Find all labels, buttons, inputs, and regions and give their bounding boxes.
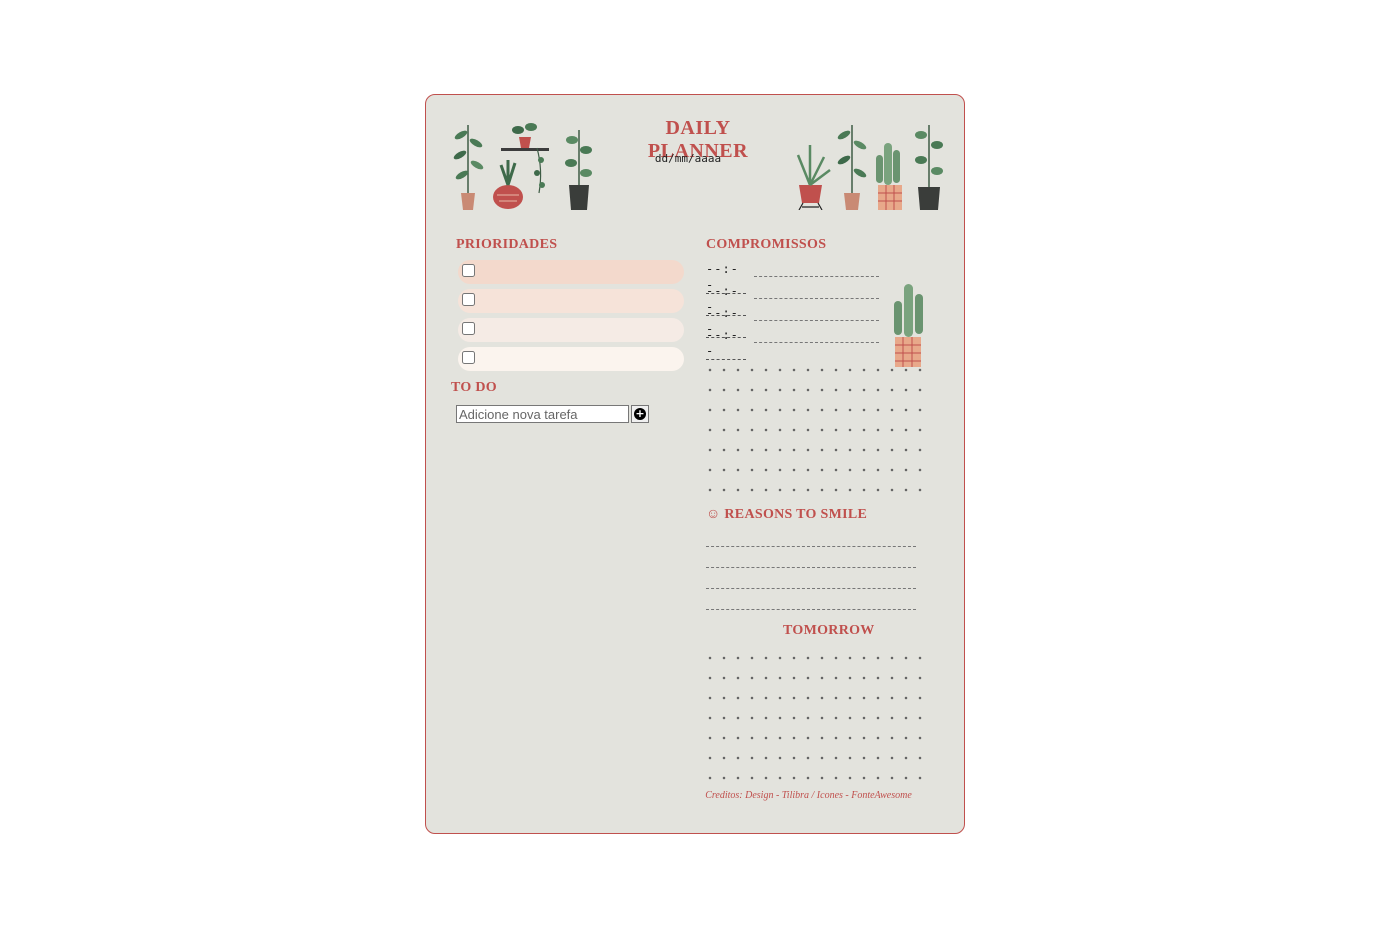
date-input[interactable]: dd/mm/aaaa: [648, 152, 728, 165]
tomorrow-dot-grid[interactable]: [706, 648, 922, 786]
appointment-line-4[interactable]: [754, 342, 879, 343]
smile-line-1[interactable]: [706, 546, 916, 547]
new-task-input[interactable]: [456, 405, 629, 423]
priority-checkbox-4[interactable]: [462, 351, 475, 364]
cactus-illustration: [894, 284, 923, 367]
planner-card: DAILY PLANNER dd/mm/aaaa PRIORIDADES TO …: [425, 94, 965, 834]
appointment-line-1[interactable]: [754, 276, 879, 277]
appointment-line-3[interactable]: [754, 320, 879, 321]
add-task-button[interactable]: +: [631, 405, 649, 423]
smile-line-3[interactable]: [706, 588, 916, 589]
smile-line-4[interactable]: [706, 609, 916, 610]
smile-line-2[interactable]: [706, 567, 916, 568]
priority-checkbox-2[interactable]: [462, 293, 475, 306]
plants-right-illustration: [796, 125, 943, 210]
priority-checkbox-1[interactable]: [462, 264, 475, 277]
notes-dot-grid[interactable]: [706, 360, 922, 498]
priority-item-3: [458, 318, 684, 342]
todo-heading: TO DO: [451, 380, 497, 395]
priority-checkbox-3[interactable]: [462, 322, 475, 335]
compromissos-heading: COMPROMISSOS: [706, 237, 827, 252]
prioridades-heading: PRIORIDADES: [456, 237, 558, 252]
plus-circle-icon: +: [634, 407, 646, 420]
priority-item-4: [458, 347, 684, 371]
credits-text: Creditos: Design - Tilibra / Icones - Fo…: [705, 790, 912, 801]
plants-left-illustration: [453, 123, 592, 210]
tomorrow-heading: TOMORROW: [783, 623, 875, 638]
reasons-to-smile-heading: ☺ REASONS TO SMILE: [706, 507, 868, 522]
appointment-line-2[interactable]: [754, 298, 879, 299]
time-input-4[interactable]: --:--: [706, 327, 746, 360]
priority-item-1: [458, 260, 684, 284]
priority-item-2: [458, 289, 684, 313]
